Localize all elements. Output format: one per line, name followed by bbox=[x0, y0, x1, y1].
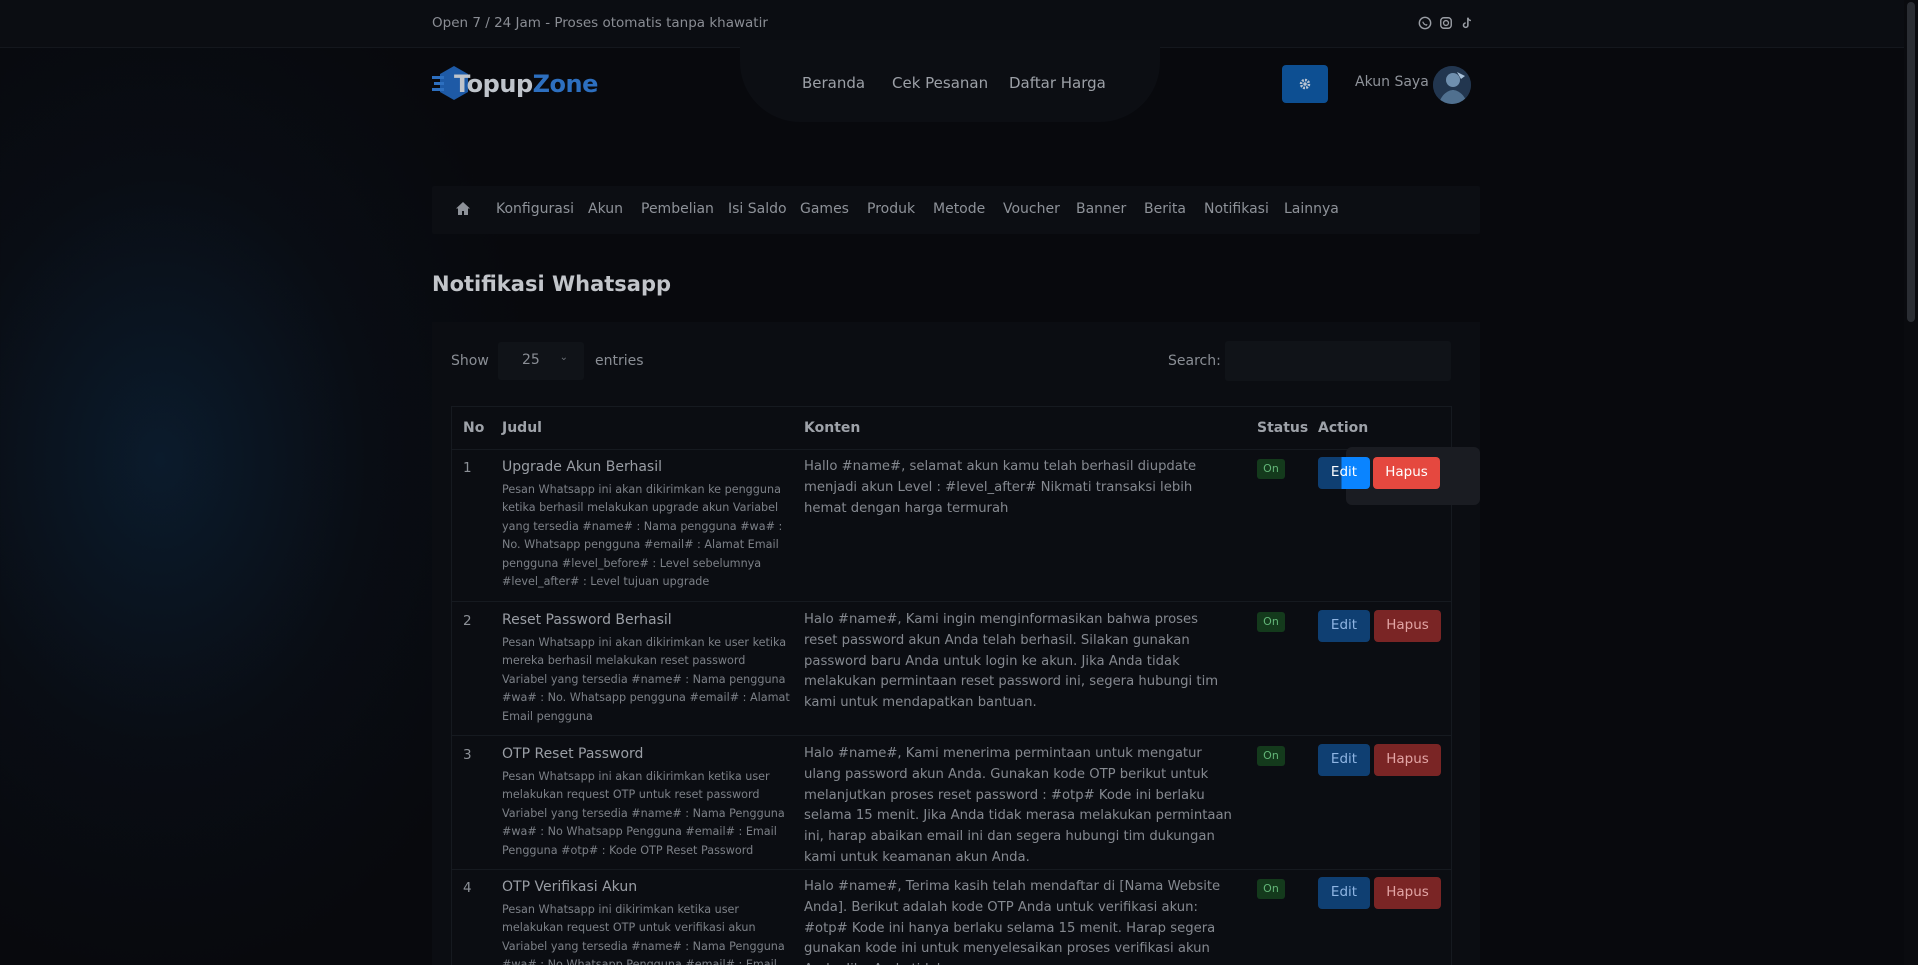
delete-button[interactable]: Hapus bbox=[1374, 877, 1441, 909]
nav-cek-pesanan[interactable]: Cek Pesanan bbox=[892, 74, 988, 92]
delete-button[interactable]: Hapus bbox=[1373, 457, 1440, 489]
status-badge: On bbox=[1257, 612, 1285, 632]
brand-name-part2: Zone bbox=[532, 70, 599, 98]
instagram-icon[interactable] bbox=[1439, 16, 1453, 30]
brand-name-part1: Topup bbox=[454, 70, 533, 98]
avatar[interactable] bbox=[1433, 66, 1471, 104]
home-icon[interactable] bbox=[455, 201, 471, 220]
nav-beranda[interactable]: Beranda bbox=[802, 74, 865, 92]
menu-metode[interactable]: Metode bbox=[933, 201, 985, 217]
edit-button[interactable]: Edit bbox=[1318, 744, 1370, 776]
whatsapp-icon[interactable] bbox=[1418, 16, 1432, 30]
menu-games[interactable]: Games bbox=[800, 201, 849, 217]
menu-berita[interactable]: Berita bbox=[1144, 201, 1186, 217]
row-number: 4 bbox=[463, 880, 472, 896]
opening-hours-text: Open 7 / 24 Jam - Proses otomatis tanpa … bbox=[432, 15, 768, 31]
edit-button[interactable]: Edit bbox=[1318, 877, 1370, 909]
menu-akun[interactable]: Akun bbox=[588, 201, 623, 217]
status-badge: On bbox=[1257, 879, 1285, 899]
delete-button[interactable]: Hapus bbox=[1374, 744, 1441, 776]
menu-voucher[interactable]: Voucher bbox=[1003, 201, 1060, 217]
admin-menu: Konfigurasi Akun Pembelian Isi Saldo Gam… bbox=[432, 186, 1480, 234]
row-number: 2 bbox=[463, 613, 472, 629]
page-size-select[interactable]: 25 ⌄ bbox=[498, 342, 584, 380]
edit-button[interactable]: Edit bbox=[1318, 610, 1370, 642]
edit-button[interactable]: Edit bbox=[1318, 457, 1370, 489]
entries-label: entries bbox=[595, 353, 644, 369]
gear-icon bbox=[1299, 78, 1311, 90]
header-divider bbox=[452, 449, 1451, 450]
page-title: Notifikasi Whatsapp bbox=[432, 272, 672, 296]
page-size-value: 25 bbox=[522, 352, 540, 368]
row-number: 1 bbox=[463, 460, 472, 476]
menu-konfigurasi[interactable]: Konfigurasi bbox=[496, 201, 574, 217]
tiktok-icon[interactable] bbox=[1460, 16, 1474, 30]
header-konten[interactable]: Konten bbox=[804, 420, 860, 436]
row-description: Pesan Whatsapp ini akan dikirimkan ke pe… bbox=[502, 483, 783, 589]
search-label: Search: bbox=[1168, 353, 1221, 369]
row-divider bbox=[452, 869, 1451, 870]
brand-name: TopupZone bbox=[454, 70, 598, 98]
row-description: Pesan Whatsapp ini akan dikirimkan ketik… bbox=[502, 770, 785, 857]
row-content: Halo #name#, Kami menerima permintaan un… bbox=[804, 746, 1232, 865]
row-content: Hallo #name#, selamat akun kamu telah be… bbox=[804, 459, 1197, 516]
status-badge: On bbox=[1257, 746, 1285, 766]
row-number: 3 bbox=[463, 747, 472, 763]
menu-lainnya[interactable]: Lainnya bbox=[1284, 201, 1339, 217]
row-title: Reset Password Berhasil bbox=[502, 612, 672, 628]
status-badge: On bbox=[1257, 459, 1285, 479]
row-divider bbox=[452, 601, 1451, 602]
edit-button-label: Edit bbox=[1330, 464, 1358, 480]
row-content: Halo #name#, Kami ingin menginformasikan… bbox=[804, 612, 1219, 711]
header-action: Action bbox=[1318, 420, 1369, 436]
notifications-table: No Judul Konten Status Action 1 Upgrade … bbox=[451, 406, 1452, 965]
nav-daftar-harga[interactable]: Daftar Harga bbox=[1009, 74, 1106, 92]
account-label[interactable]: Akun Saya bbox=[1355, 74, 1429, 90]
row-title: OTP Reset Password bbox=[502, 746, 644, 762]
menu-produk[interactable]: Produk bbox=[867, 201, 915, 217]
header-no[interactable]: No bbox=[463, 420, 484, 436]
social-links bbox=[1418, 16, 1474, 30]
menu-banner[interactable]: Banner bbox=[1076, 201, 1126, 217]
row-description: Pesan Whatsapp ini akan dikirimkan ke us… bbox=[502, 636, 790, 723]
menu-notifikasi[interactable]: Notifikasi bbox=[1204, 201, 1269, 217]
scrollbar-thumb[interactable] bbox=[1907, 2, 1915, 322]
settings-button[interactable] bbox=[1282, 65, 1328, 103]
row-divider bbox=[452, 735, 1451, 736]
header-judul[interactable]: Judul bbox=[502, 420, 542, 436]
menu-pembelian[interactable]: Pembelian bbox=[641, 201, 714, 217]
row-content: Halo #name#, Terima kasih telah mendafta… bbox=[804, 879, 1221, 965]
avatar-image bbox=[1433, 66, 1471, 104]
delete-button[interactable]: Hapus bbox=[1374, 610, 1441, 642]
chevron-down-icon: ⌄ bbox=[559, 352, 568, 363]
row-title: OTP Verifikasi Akun bbox=[502, 879, 638, 895]
show-label: Show bbox=[451, 353, 489, 369]
row-title: Upgrade Akun Berhasil bbox=[502, 459, 663, 475]
row-description: Pesan Whatsapp ini dikirimkan ketika use… bbox=[502, 903, 785, 965]
menu-isi-saldo[interactable]: Isi Saldo bbox=[728, 201, 787, 217]
header-status[interactable]: Status bbox=[1257, 420, 1308, 436]
search-input[interactable] bbox=[1225, 341, 1451, 381]
